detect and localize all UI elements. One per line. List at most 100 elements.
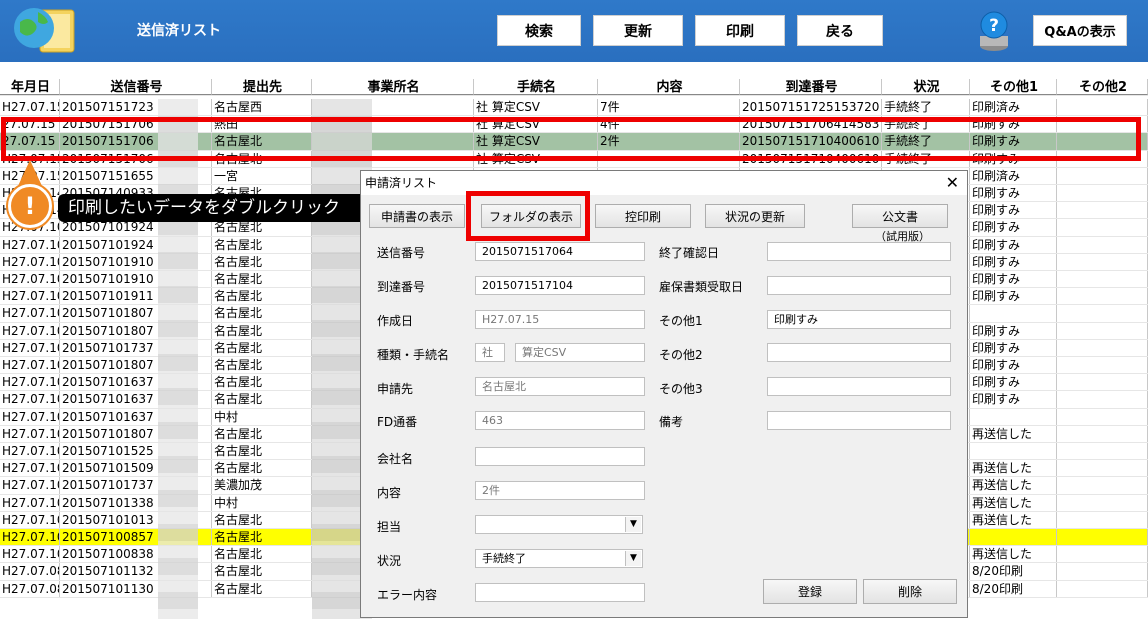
- table-cell: 8/20印刷: [970, 580, 1057, 597]
- table-cell: [970, 408, 1057, 425]
- column-header[interactable]: 到達番号: [740, 79, 882, 96]
- table-cell: 印刷すみ: [970, 374, 1057, 391]
- column-header[interactable]: 提出先: [212, 79, 312, 96]
- table-cell: [1057, 494, 1148, 511]
- other2-field[interactable]: [767, 343, 951, 362]
- table-cell: [1057, 271, 1148, 288]
- table-cell: 印刷すみ: [970, 271, 1057, 288]
- delete-button[interactable]: 削除: [863, 579, 957, 604]
- table-cell: H27.07.10: [2, 529, 60, 546]
- column-header[interactable]: 年月日: [0, 79, 60, 96]
- other3-field[interactable]: [767, 377, 951, 396]
- copy-print-button[interactable]: 控印刷: [595, 204, 691, 228]
- status-select-value: 手続終了: [482, 552, 526, 565]
- table-cell: 名古屋北: [212, 529, 312, 546]
- table-cell: 201507151725153720: [740, 99, 882, 116]
- fd-no-field[interactable]: 463: [475, 411, 645, 430]
- chevron-down-icon[interactable]: ▼: [625, 551, 641, 566]
- column-header[interactable]: 送信番号: [60, 79, 212, 96]
- table-header-row: 年月日 送信番号 提出先 事業所名 手続名 内容 到達番号 状況 その他1 その他2: [0, 79, 1148, 97]
- table-cell: 7件: [598, 99, 740, 116]
- column-header[interactable]: その他2: [1057, 79, 1148, 96]
- table-cell: 名古屋北: [212, 339, 312, 356]
- table-cell: [1057, 580, 1148, 597]
- staff-select[interactable]: ▼: [475, 515, 643, 534]
- print-button[interactable]: 印刷: [695, 15, 785, 46]
- table-cell: 美濃加茂: [212, 477, 312, 494]
- insurance-doc-field[interactable]: [767, 276, 951, 295]
- send-no-field[interactable]: 2015071517064: [475, 242, 645, 261]
- chevron-down-icon[interactable]: ▼: [625, 517, 641, 532]
- table-cell: [1057, 253, 1148, 270]
- search-button[interactable]: 検索: [497, 15, 581, 46]
- table-cell: 印刷済み: [970, 167, 1057, 184]
- table-cell: 一宮: [212, 167, 312, 184]
- refresh-button[interactable]: 更新: [593, 15, 683, 46]
- table-cell: H27.07.10: [2, 357, 60, 374]
- destination-field[interactable]: 名古屋北: [475, 377, 645, 396]
- qa-button[interactable]: Q&Aの表示: [1033, 15, 1127, 46]
- table-cell: [1057, 391, 1148, 408]
- table-cell: [1057, 511, 1148, 528]
- created-label: 作成日: [377, 314, 414, 328]
- table-cell: 印刷すみ: [970, 288, 1057, 305]
- update-status-button[interactable]: 状況の更新: [705, 204, 805, 228]
- status-select[interactable]: 手続終了 ▼: [475, 549, 643, 568]
- table-cell: H27.07.10: [2, 253, 60, 270]
- other1-field[interactable]: 印刷すみ: [767, 310, 951, 329]
- table-cell: 印刷すみ: [970, 339, 1057, 356]
- content-field[interactable]: 2件: [475, 481, 645, 500]
- end-confirm-field[interactable]: [767, 242, 951, 261]
- table-cell: 再送信した: [970, 460, 1057, 477]
- table-cell: 社 算定CSV: [474, 99, 598, 116]
- arrival-no-field[interactable]: 2015071517104: [475, 276, 645, 295]
- table-cell: 印刷すみ: [970, 253, 1057, 270]
- table-cell: [1057, 425, 1148, 442]
- table-cell: 印刷すみ: [970, 322, 1057, 339]
- back-button[interactable]: 戻る: [797, 15, 883, 46]
- company-label: 会社名: [377, 452, 414, 466]
- table-cell: 名古屋北: [212, 580, 312, 597]
- column-header[interactable]: 内容: [598, 79, 740, 96]
- page-title: 送信済リスト: [137, 23, 221, 39]
- other3-label: その他3: [659, 382, 703, 396]
- table-cell: [1057, 546, 1148, 563]
- table-cell: 名古屋北: [212, 546, 312, 563]
- table-cell: H27.07.10: [2, 408, 60, 425]
- other1-label: その他1: [659, 314, 703, 328]
- table-cell: 名古屋北: [212, 391, 312, 408]
- show-application-button[interactable]: 申請書の表示: [369, 204, 465, 228]
- column-header[interactable]: その他1: [970, 79, 1057, 96]
- fd-no-label: FD通番: [377, 415, 418, 429]
- created-field[interactable]: H27.07.15: [475, 310, 645, 329]
- table-cell: [1057, 357, 1148, 374]
- type-field[interactable]: 社: [475, 343, 505, 362]
- column-header[interactable]: 事業所名: [312, 79, 474, 96]
- error-label: エラー内容: [377, 588, 438, 602]
- error-field[interactable]: [475, 583, 645, 602]
- insurance-doc-label: 雇保書類受取日: [659, 280, 744, 294]
- mosaic-mask: [158, 99, 198, 619]
- table-cell: [1057, 374, 1148, 391]
- type-procedure-label: 種類・手続名: [377, 348, 450, 362]
- help-icon[interactable]: ?: [977, 10, 1011, 52]
- table-cell: 名古屋北: [212, 443, 312, 460]
- close-icon[interactable]: ✕: [946, 173, 959, 192]
- company-field[interactable]: [475, 447, 645, 466]
- table-cell: 中村: [212, 408, 312, 425]
- table-cell: 印刷済み: [970, 99, 1057, 116]
- table-cell: 印刷すみ: [970, 185, 1057, 202]
- column-header[interactable]: 状況: [882, 79, 970, 96]
- table-cell: H27.07.10: [2, 391, 60, 408]
- table-cell: 印刷すみ: [970, 219, 1057, 236]
- column-header[interactable]: 手続名: [474, 79, 598, 96]
- remarks-field[interactable]: [767, 411, 951, 430]
- procedure-field[interactable]: 算定CSV: [515, 343, 645, 362]
- table-cell: 印刷すみ: [970, 236, 1057, 253]
- table-cell: [970, 529, 1057, 546]
- table-cell: 名古屋北: [212, 322, 312, 339]
- destination-label: 申請先: [377, 382, 414, 396]
- official-doc-button[interactable]: 公文書: [852, 204, 948, 228]
- table-cell: 印刷すみ: [970, 357, 1057, 374]
- register-button[interactable]: 登録: [763, 579, 857, 604]
